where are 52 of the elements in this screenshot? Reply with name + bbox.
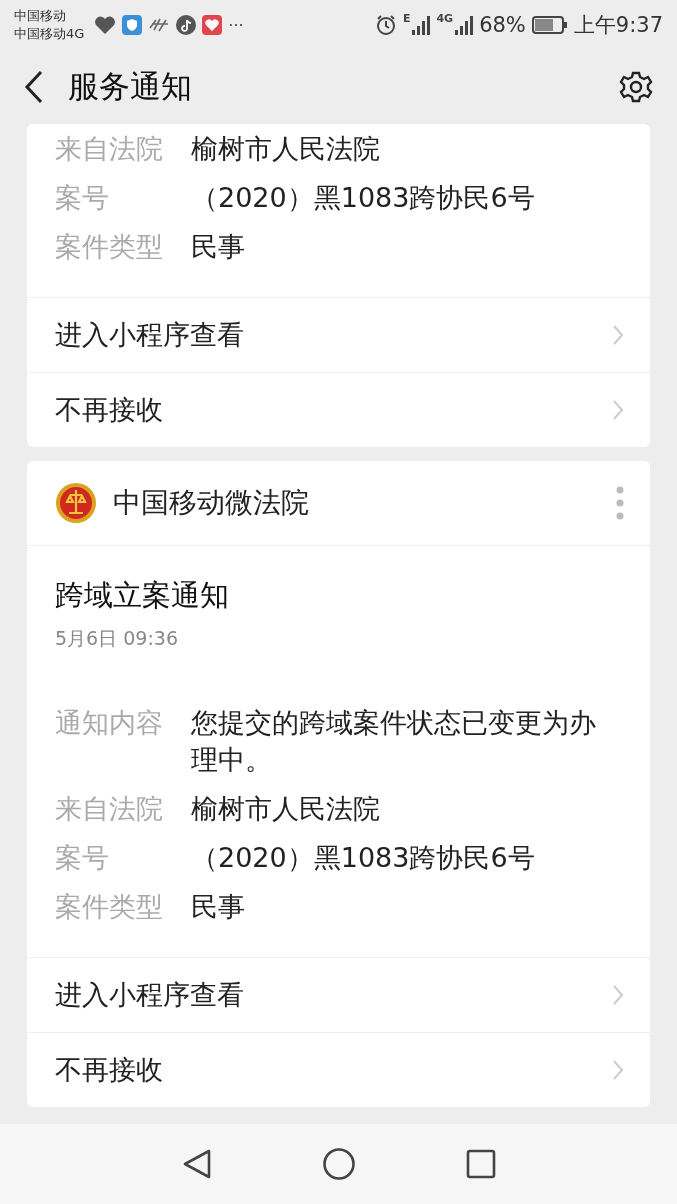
heart-app-icon [202, 15, 223, 35]
field-value: （2020）黑1083跨协民6号 [191, 181, 536, 215]
chevron-right-icon [612, 399, 624, 421]
music-note-icon [176, 15, 197, 35]
signal-icon [412, 15, 431, 35]
battery-icon [531, 16, 568, 34]
back-icon[interactable] [24, 70, 44, 104]
network-type: 4G [436, 12, 454, 25]
signal-icon [455, 15, 474, 35]
action-label: 进入小程序查看 [55, 318, 244, 352]
field-label: 案件类型 [55, 230, 164, 264]
back-triangle-icon[interactable] [181, 1148, 212, 1180]
emblem-icon [55, 482, 97, 524]
scribble-icon [148, 16, 171, 34]
more-notifications: ··· [228, 15, 244, 35]
field-label: 通知内容 [55, 706, 164, 740]
carrier-name: 中国移动4G [14, 25, 85, 43]
field-value: 榆树市人民法院 [191, 132, 381, 166]
home-circle-icon[interactable] [321, 1147, 356, 1181]
network-type: E [402, 12, 411, 25]
notification-title: 跨域立案通知 [55, 577, 230, 614]
action-label: 进入小程序查看 [55, 978, 244, 1012]
action-label: 不再接收 [55, 393, 163, 427]
field-label: 案号 [55, 181, 110, 215]
alarm-icon [374, 14, 397, 36]
action-row[interactable]: 不再接收 [27, 1032, 650, 1107]
field-value: 民事 [191, 230, 246, 264]
field-value: 民事 [191, 890, 246, 924]
chevron-right-icon [612, 324, 624, 346]
field-label: 来自法院 [55, 132, 164, 166]
settings-icon[interactable] [619, 70, 653, 104]
field-label: 来自法院 [55, 792, 164, 826]
heart-icon [94, 15, 117, 35]
battery-percent: 68% [479, 13, 526, 37]
sender-name: 中国移动微法院 [113, 485, 309, 521]
action-row[interactable]: 进入小程序查看 [27, 957, 650, 1032]
page-title: 服务通知 [68, 67, 192, 106]
action-row[interactable]: 不再接收 [27, 372, 650, 447]
field-value: （2020）黑1083跨协民6号 [191, 841, 536, 875]
recents-square-icon[interactable] [465, 1149, 496, 1179]
field-label: 案件类型 [55, 890, 164, 924]
chevron-right-icon [612, 984, 624, 1006]
chevron-right-icon [612, 1059, 624, 1081]
field-value: 您提交的跨域案件状态已变更为办理中。 [191, 706, 597, 777]
clock-time: 上午9:37 [573, 12, 663, 39]
field-value: 榆树市人民法院 [191, 792, 381, 826]
action-row[interactable]: 进入小程序查看 [27, 297, 650, 372]
carrier-name: 中国移动 [14, 7, 67, 25]
shield-icon [122, 15, 143, 35]
notification-time: 5月6日 09:36 [55, 626, 179, 651]
action-label: 不再接收 [55, 1053, 163, 1087]
field-label: 案号 [55, 841, 110, 875]
